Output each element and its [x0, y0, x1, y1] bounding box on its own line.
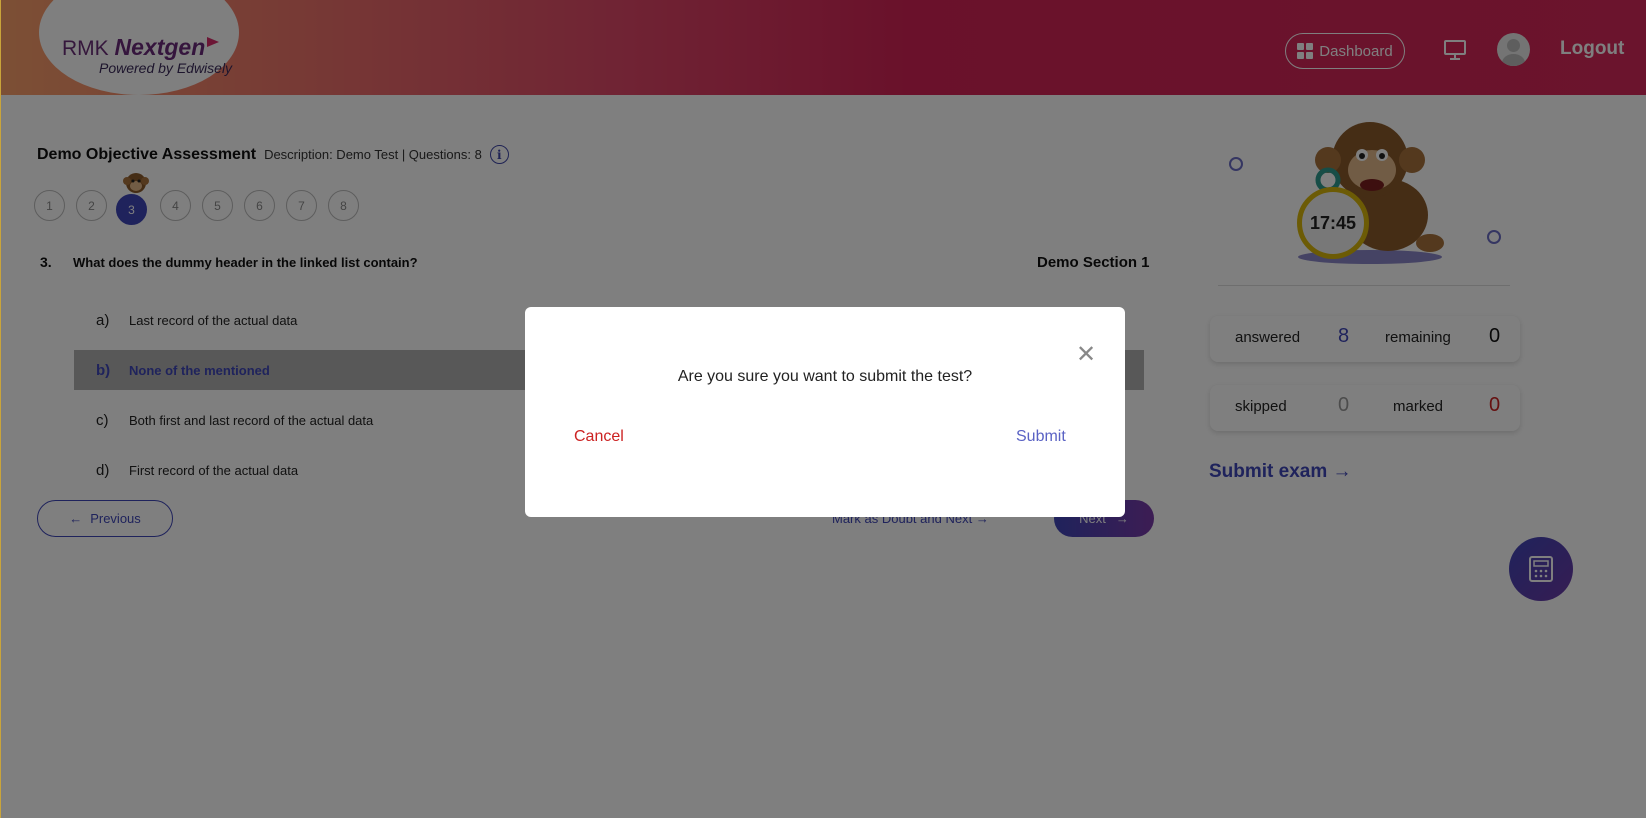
cancel-button[interactable]: Cancel [574, 428, 624, 446]
close-icon[interactable]: ✕ [1076, 343, 1096, 367]
confirm-message: Are you sure you want to submit the test… [677, 368, 973, 385]
submit-confirm-dialog: ✕ Are you sure you want to submit the te… [525, 307, 1125, 517]
submit-button[interactable]: Submit [1016, 428, 1066, 446]
